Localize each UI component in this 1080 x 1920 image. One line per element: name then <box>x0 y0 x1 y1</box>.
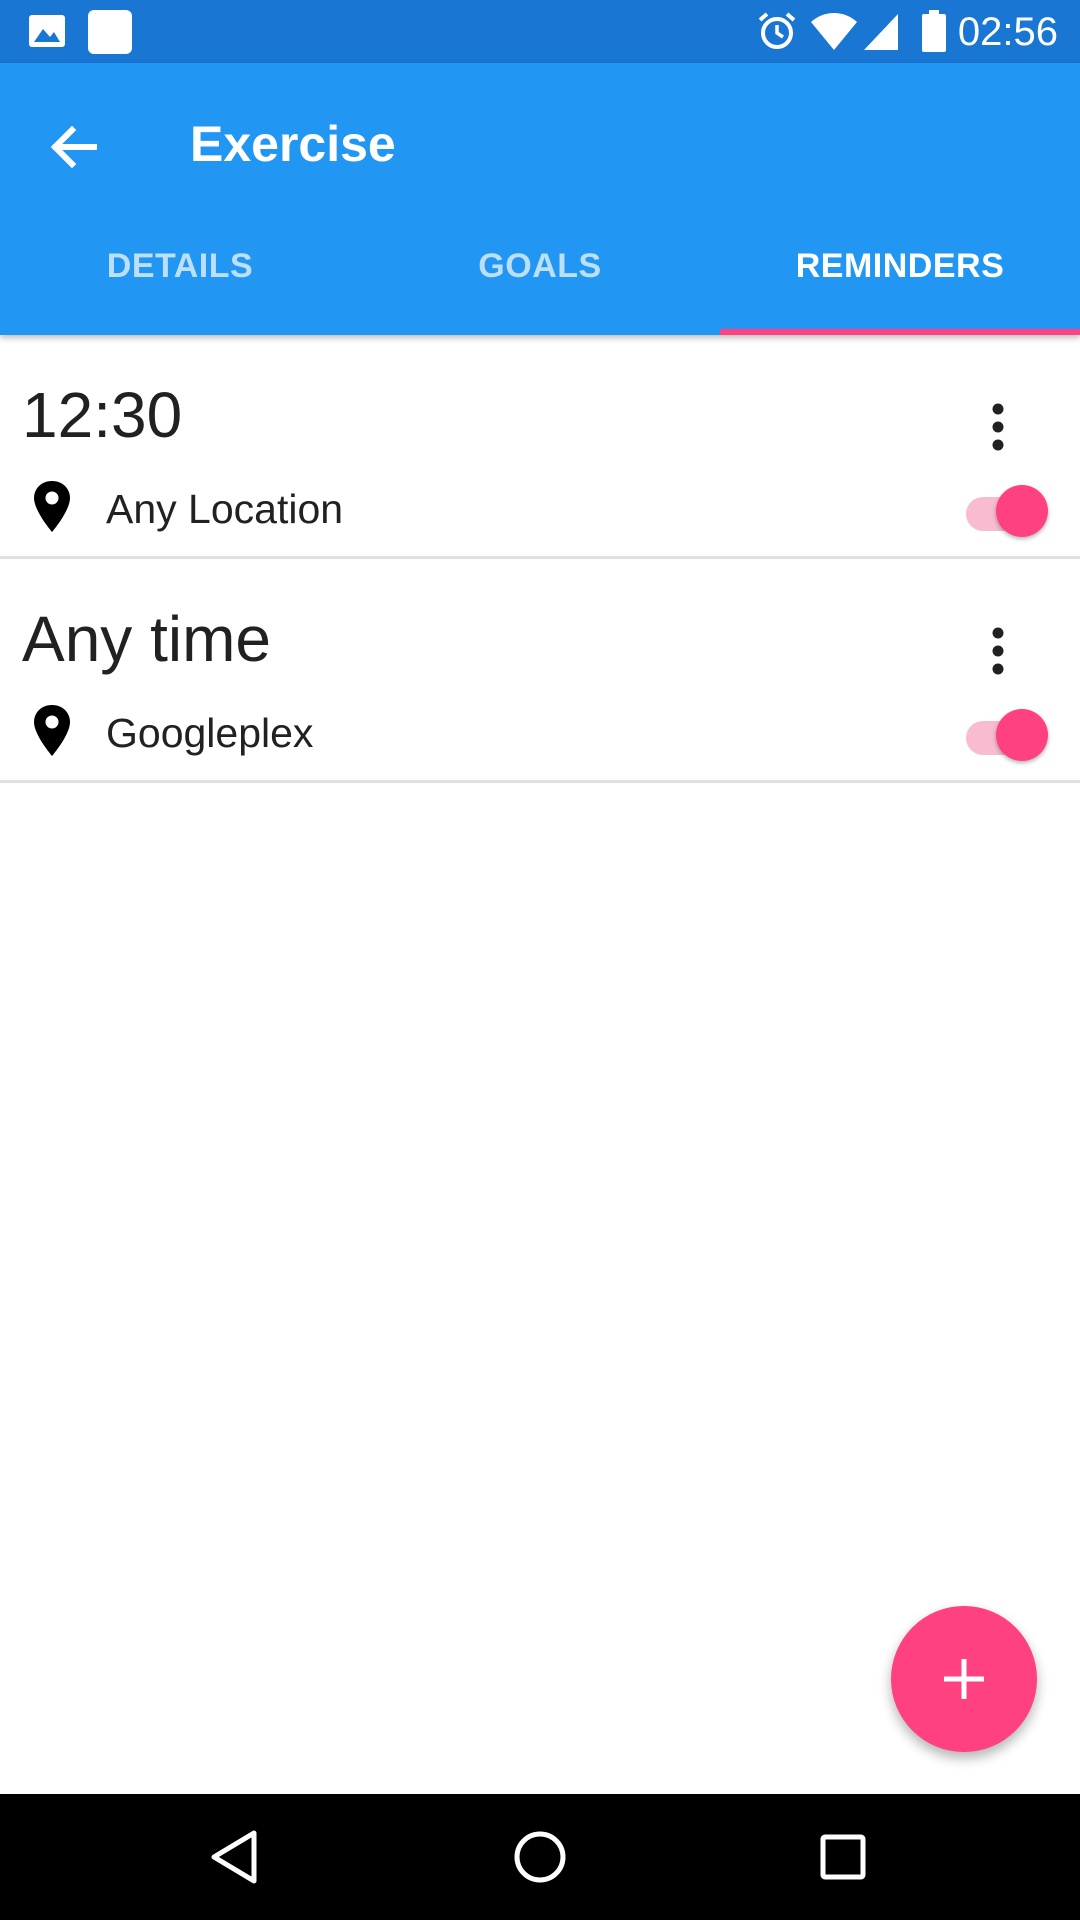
status-bar: 02:56 <box>0 0 1080 63</box>
tab-indicator <box>720 329 1080 335</box>
reminder-location: Googleplex <box>106 710 314 756</box>
page-title: Exercise <box>190 116 396 172</box>
reminder-list: 12:30 Any Location Any time Googleplex <box>0 335 1080 783</box>
add-icon <box>944 1659 984 1699</box>
location-pin-icon <box>26 477 78 537</box>
reminder-toggle[interactable] <box>966 707 1050 765</box>
more-vert-icon <box>992 627 1004 675</box>
home-circle-icon <box>514 1831 566 1883</box>
square-notification-icon <box>88 10 132 59</box>
image-icon <box>28 14 66 53</box>
reminder-time: Any time <box>22 603 271 675</box>
back-button[interactable] <box>40 113 108 181</box>
tab-details[interactable]: DETAILS <box>0 233 360 335</box>
battery-icon <box>922 10 946 57</box>
tab-bar: DETAILS GOALS REMINDERS <box>0 233 1080 335</box>
alarm-icon <box>756 10 798 57</box>
location-pin-icon <box>26 701 78 761</box>
toggle-thumb <box>996 485 1048 537</box>
more-options-button[interactable] <box>976 391 1020 463</box>
system-nav-bar <box>0 1794 1080 1920</box>
add-reminder-fab[interactable] <box>891 1606 1037 1752</box>
nav-recents-button[interactable] <box>803 1817 883 1897</box>
tab-goals[interactable]: GOALS <box>360 233 720 335</box>
nav-home-button[interactable] <box>500 1817 580 1897</box>
status-time: 02:56 <box>957 10 1058 54</box>
back-triangle-icon <box>211 1830 257 1884</box>
tab-reminders[interactable]: REMINDERS <box>720 233 1080 335</box>
toggle-thumb <box>996 709 1048 761</box>
reminder-row[interactable]: Any time Googleplex <box>0 559 1080 783</box>
reminder-location: Any Location <box>106 486 344 532</box>
arrow-back-icon <box>50 125 97 169</box>
app-bar: Exercise DETAILS GOALS REMINDERS <box>0 63 1080 335</box>
nav-back-button[interactable] <box>196 1817 276 1897</box>
reminder-time: 12:30 <box>22 379 183 451</box>
reminder-toggle[interactable] <box>966 483 1050 541</box>
signal-icon <box>862 12 900 57</box>
more-options-button[interactable] <box>976 615 1020 687</box>
recents-square-icon <box>820 1834 866 1880</box>
more-vert-icon <box>992 403 1004 451</box>
reminder-row[interactable]: 12:30 Any Location <box>0 335 1080 559</box>
wifi-icon <box>810 12 858 57</box>
